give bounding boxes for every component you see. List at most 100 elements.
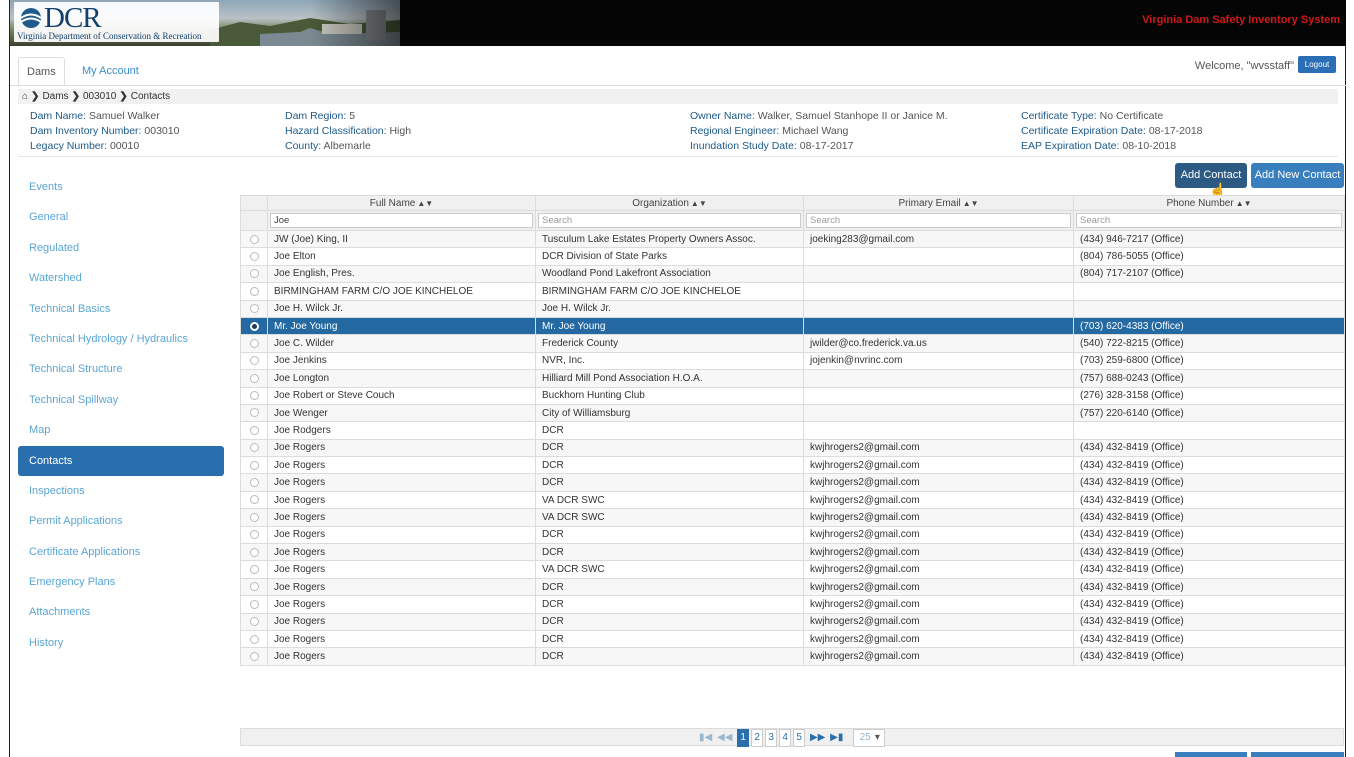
cell-organization: Woodland Pond Lakefront Association: [535, 264, 804, 284]
table-row[interactable]: Joe Rogers VA DCR SWC kwjhrogers2@gmail.co…: [240, 490, 1345, 510]
page-5-button[interactable]: 5: [793, 729, 806, 747]
row-select-radio[interactable]: [249, 495, 259, 505]
breadcrumb-dams[interactable]: Dams: [42, 91, 68, 102]
table-row[interactable]: BIRMINGHAM FARM C/O JOE KINCHELOE BIRMING…: [240, 282, 1345, 301]
column-header-full-name[interactable]: Full Name ▲▼: [267, 195, 536, 211]
table-row[interactable]: Joe Rodgers DCR: [240, 421, 1345, 440]
row-select-radio[interactable]: [249, 478, 259, 488]
table-row[interactable]: Joe H. Wilck Jr. Joe H. Wilck Jr.: [240, 299, 1345, 318]
page-size-select[interactable]: 25 ▾: [853, 729, 885, 747]
add-new-contact-button[interactable]: Add New Contact: [1251, 163, 1344, 188]
column-header-phone-number[interactable]: Phone Number ▲▼: [1073, 195, 1345, 211]
row-select-radio[interactable]: [249, 286, 259, 296]
table-row[interactable]: Joe Rogers VA DCR SWC kwjhrogers2@gmail.co…: [240, 560, 1345, 579]
row-select-radio[interactable]: [249, 373, 259, 383]
row-select-radio[interactable]: [249, 269, 259, 279]
page-4-button[interactable]: 4: [779, 729, 792, 747]
row-select-radio[interactable]: [249, 651, 259, 661]
sidebar-item-attachments[interactable]: Attachments: [18, 597, 224, 627]
row-select-radio[interactable]: [249, 321, 259, 331]
cell-organization: DCR: [535, 456, 804, 475]
table-row[interactable]: Joe C. Wilder Frederick County jwilder@co.…: [240, 334, 1345, 353]
table-row[interactable]: Joe Wenger City of Williamsburg (757) 220-…: [240, 403, 1345, 423]
table-row[interactable]: Joe Rogers DCR kwjhrogers2@gmail.com (434) …: [240, 473, 1345, 492]
row-select-radio[interactable]: [249, 408, 259, 418]
sidebar-item-technical-basics[interactable]: Technical Basics: [18, 294, 224, 324]
row-select-radio[interactable]: [249, 512, 259, 522]
sidebar-item-technical-spillway[interactable]: Technical Spillway: [18, 385, 224, 415]
column-header-organization[interactable]: Organization ▲▼: [535, 195, 804, 211]
sidebar-item-map[interactable]: Map: [18, 415, 224, 445]
cell-full-name: Joe Rogers: [267, 438, 536, 458]
table-row[interactable]: Joe Rogers DCR kwjhrogers2@gmail.com (434) …: [240, 525, 1345, 545]
row-select-radio[interactable]: [249, 251, 259, 261]
sidebar-item-general[interactable]: General: [18, 202, 224, 232]
table-row[interactable]: Joe Rogers DCR kwjhrogers2@gmail.com (434) …: [240, 438, 1345, 458]
table-row[interactable]: Joe Rogers DCR kwjhrogers2@gmail.com (434) …: [240, 647, 1345, 666]
table-row[interactable]: Joe Robert or Steve Couch Buckhorn Huntin…: [240, 386, 1345, 405]
row-select-radio[interactable]: [249, 599, 259, 609]
row-select-radio[interactable]: [249, 234, 259, 244]
sidebar-item-events[interactable]: Events: [18, 172, 224, 202]
cell-organization: DCR: [535, 543, 804, 562]
table-row[interactable]: Joe English, Pres. Woodland Pond Lakefron…: [240, 264, 1345, 284]
sidebar-item-technical-hydrology[interactable]: Technical Hydrology / Hydraulics: [18, 324, 224, 354]
table-row[interactable]: Mr. Joe Young Mr. Joe Young (703) 620-4383…: [240, 316, 1345, 336]
dcr-logo[interactable]: DCR Virginia Department of Conservation …: [14, 2, 219, 42]
sidebar-item-technical-structure[interactable]: Technical Structure: [18, 354, 224, 384]
table-row[interactable]: Joe Rogers DCR kwjhrogers2@gmail.com (434) …: [240, 543, 1345, 562]
organization-filter-input[interactable]: [538, 213, 801, 228]
bottom-button-edge[interactable]: [1175, 752, 1247, 757]
prev-page-icon[interactable]: ◀◀: [717, 730, 732, 746]
row-select-radio[interactable]: [249, 356, 259, 366]
table-row[interactable]: JW (Joe) King, II Tusculum Lake Estates P…: [240, 229, 1345, 249]
tab-dams[interactable]: Dams: [18, 57, 65, 86]
column-header-primary-email[interactable]: Primary Email ▲▼: [803, 195, 1074, 211]
primary-email-filter-input[interactable]: [806, 213, 1071, 228]
table-row[interactable]: Joe Rogers DCR kwjhrogers2@gmail.com (434) …: [240, 595, 1345, 614]
row-select-radio[interactable]: [249, 443, 259, 453]
table-row[interactable]: Joe Rogers DCR kwjhrogers2@gmail.com (434) …: [240, 456, 1345, 475]
row-select-radio[interactable]: [249, 617, 259, 627]
row-select-radio[interactable]: [249, 460, 259, 470]
breadcrumb-dam-number[interactable]: 003010: [83, 91, 116, 102]
sidebar-item-certificate-applications[interactable]: Certificate Applications: [18, 537, 224, 567]
full-name-filter-input[interactable]: [270, 213, 533, 228]
logout-button[interactable]: Logout: [1298, 56, 1336, 73]
home-icon[interactable]: ⌂: [22, 91, 28, 102]
sidebar-item-regulated[interactable]: Regulated: [18, 233, 224, 263]
phone-number-filter-input[interactable]: [1076, 213, 1342, 228]
table-row[interactable]: Joe Elton DCR Division of State Parks (804…: [240, 247, 1345, 266]
table-row[interactable]: Joe Rogers VA DCR SWC kwjhrogers2@gmail.co…: [240, 508, 1345, 527]
table-row[interactable]: Joe Longton Hilliard Mill Pond Associatio…: [240, 369, 1345, 388]
sidebar-item-inspections[interactable]: Inspections: [18, 476, 224, 506]
row-select-radio[interactable]: [249, 391, 259, 401]
bottom-button-edge[interactable]: [1251, 752, 1344, 757]
tab-my-account[interactable]: My Account: [74, 57, 147, 86]
row-select-radio[interactable]: [249, 547, 259, 557]
next-page-icon[interactable]: ▶▶: [810, 730, 825, 746]
table-row[interactable]: Joe Rogers DCR kwjhrogers2@gmail.com (434) …: [240, 612, 1345, 631]
row-select-radio[interactable]: [249, 338, 259, 348]
row-select-radio[interactable]: [249, 425, 259, 435]
row-select-radio[interactable]: [249, 304, 259, 314]
sidebar-item-permit-applications[interactable]: Permit Applications: [18, 506, 224, 536]
row-select-radio[interactable]: [249, 582, 259, 592]
sidebar-item-watershed[interactable]: Watershed: [18, 263, 224, 293]
sidebar-item-emergency-plans[interactable]: Emergency Plans: [18, 567, 224, 597]
sidebar-item-contacts[interactable]: Contacts: [18, 445, 224, 476]
first-page-icon[interactable]: ▮◀: [699, 730, 712, 746]
row-select-radio[interactable]: [249, 530, 259, 540]
page-3-button[interactable]: 3: [765, 729, 778, 747]
row-select-radio[interactable]: [249, 634, 259, 644]
cell-phone-number: (757) 688-0243 (Office): [1073, 369, 1345, 388]
table-row[interactable]: Joe Jenkins NVR, Inc. jojenkin@nvrinc.com(…: [240, 351, 1345, 371]
table-row[interactable]: Joe Rogers DCR kwjhrogers2@gmail.com (434) …: [240, 577, 1345, 597]
sidebar-item-history[interactable]: History: [18, 628, 224, 658]
table-row[interactable]: Joe Rogers DCR kwjhrogers2@gmail.com (434) …: [240, 629, 1345, 649]
app-page: DCR Virginia Department of Conservation …: [9, 0, 1346, 757]
page-2-button[interactable]: 2: [751, 729, 764, 747]
page-1-button[interactable]: 1: [737, 729, 750, 747]
row-select-radio[interactable]: [249, 564, 259, 574]
last-page-icon[interactable]: ▶▮: [830, 730, 843, 746]
